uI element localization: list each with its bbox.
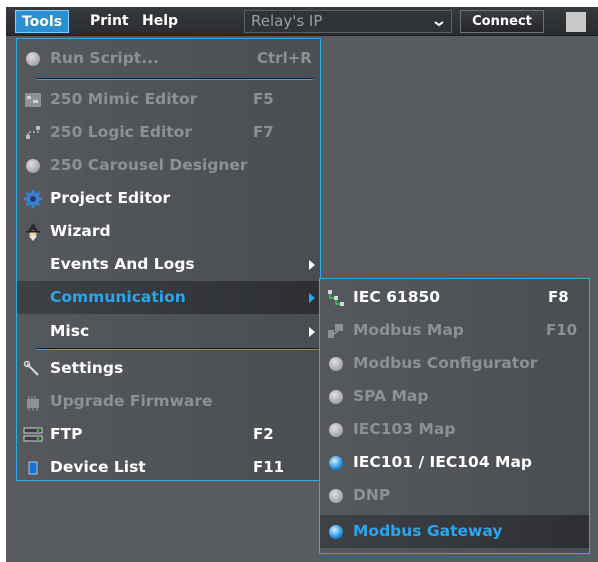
- chevron-down-icon[interactable]: [431, 13, 447, 31]
- menu-item-label: Project Editor: [50, 189, 171, 207]
- menu-item-modbus-gateway[interactable]: Modbus Gateway: [320, 515, 589, 548]
- menu-item-label: Device List: [50, 458, 146, 476]
- menu-item-label: Communication: [50, 288, 186, 306]
- status-indicator: [566, 12, 586, 32]
- relay-ip-value: Relay's IP: [251, 12, 323, 30]
- network-icon: [328, 290, 344, 306]
- menu-item-iec103-map[interactable]: IEC103 Map: [320, 413, 589, 446]
- menu-item-run-script[interactable]: Run Script... Ctrl+R: [17, 42, 320, 75]
- submenu-arrow-icon: [309, 327, 315, 337]
- separator: [37, 348, 319, 350]
- menu-print[interactable]: Print: [90, 10, 129, 33]
- menu-item-label: 250 Logic Editor: [50, 123, 192, 141]
- menu-item-communication[interactable]: Communication: [17, 281, 320, 314]
- menu-item-iec61850[interactable]: IEC 61850 F8: [320, 281, 589, 314]
- menu-item-label: IEC103 Map: [353, 420, 456, 438]
- menu-item-label: FTP: [50, 425, 83, 443]
- shortcut-label: Ctrl+R: [257, 49, 312, 67]
- wizard-icon: [26, 223, 40, 241]
- menu-item-device-list[interactable]: Device List F11: [17, 451, 320, 484]
- menu-item-label: DNP: [353, 486, 391, 504]
- menu-item-project-editor[interactable]: Project Editor: [17, 182, 320, 215]
- sphere-icon: [23, 49, 43, 69]
- relay-ip-combobox[interactable]: Relay's IP: [244, 10, 452, 33]
- sphere-icon: [326, 420, 346, 440]
- shortcut-label: F10: [546, 321, 578, 339]
- shortcut-label: F8: [548, 288, 569, 306]
- separator: [37, 78, 313, 80]
- menu-item-label: IEC101 / IEC104 Map: [353, 453, 532, 471]
- wrench-icon: [23, 360, 39, 376]
- menu-item-modbus-map[interactable]: Modbus Map F10: [320, 314, 589, 347]
- gear-icon: [24, 190, 42, 208]
- sphere-icon: [326, 387, 346, 407]
- logic-icon: [26, 126, 40, 139]
- menubar: Tools Print Help Relay's IP Connect: [6, 7, 598, 36]
- sphere-icon: [326, 354, 346, 374]
- menu-item-dnp[interactable]: DNP: [320, 479, 589, 512]
- shortcut-label: F5: [253, 90, 274, 108]
- menu-item-misc[interactable]: Misc: [17, 315, 320, 348]
- sphere-icon: [23, 156, 43, 176]
- menu-help[interactable]: Help: [142, 10, 178, 33]
- menu-item-label: Modbus Configurator: [353, 354, 538, 372]
- communication-submenu: IEC 61850 F8 Modbus Map F10 Modbus Confi…: [319, 278, 590, 554]
- menu-item-iec101-iec104-map[interactable]: IEC101 / IEC104 Map: [320, 446, 589, 479]
- map-icon: [328, 324, 343, 338]
- tools-menu: Run Script... Ctrl+R 250 Mimic Editor F5…: [16, 38, 321, 481]
- menu-item-label: Upgrade Firmware: [50, 392, 213, 410]
- firmware-icon: [27, 396, 39, 411]
- mimic-icon: [25, 93, 41, 107]
- menu-item-ftp[interactable]: FTP F2: [17, 418, 320, 451]
- menu-item-carousel-designer[interactable]: 250 Carousel Designer: [17, 149, 320, 182]
- menu-item-label: Events And Logs: [50, 255, 195, 273]
- menu-item-label: Modbus Map: [353, 321, 464, 339]
- menu-item-label: 250 Carousel Designer: [50, 156, 248, 174]
- menu-item-label: Modbus Gateway: [353, 522, 503, 540]
- device-icon: [28, 461, 38, 475]
- server-icon: [23, 427, 43, 442]
- menu-item-settings[interactable]: Settings: [17, 352, 320, 385]
- menu-item-mimic-editor[interactable]: 250 Mimic Editor F5: [17, 83, 320, 116]
- menu-item-label: Misc: [50, 322, 90, 340]
- sphere-icon: [326, 486, 346, 506]
- menu-tools[interactable]: Tools: [15, 10, 69, 33]
- submenu-arrow-icon: [309, 260, 315, 270]
- menu-item-spa-map[interactable]: SPA Map: [320, 380, 589, 413]
- menu-item-label: IEC 61850: [353, 288, 441, 306]
- connect-button[interactable]: Connect: [460, 10, 544, 33]
- menu-item-label: Run Script...: [50, 49, 159, 67]
- sphere-icon: [326, 453, 346, 473]
- menu-item-label: Wizard: [50, 222, 111, 240]
- menu-item-modbus-configurator[interactable]: Modbus Configurator: [320, 347, 589, 380]
- menu-item-logic-editor[interactable]: 250 Logic Editor F7: [17, 116, 320, 149]
- menu-item-label: Settings: [50, 359, 124, 377]
- menu-item-events-and-logs[interactable]: Events And Logs: [17, 248, 320, 281]
- menu-item-label: SPA Map: [353, 387, 429, 405]
- menu-item-wizard[interactable]: Wizard: [17, 215, 320, 248]
- menu-item-upgrade-firmware[interactable]: Upgrade Firmware: [17, 385, 320, 418]
- shortcut-label: F7: [253, 123, 274, 141]
- shortcut-label: F2: [253, 425, 274, 443]
- shortcut-label: F11: [253, 458, 285, 476]
- menu-item-label: 250 Mimic Editor: [50, 90, 198, 108]
- app-window: Tools Print Help Relay's IP Connect Run …: [6, 7, 598, 562]
- submenu-arrow-icon: [309, 293, 315, 303]
- sphere-icon: [326, 522, 346, 542]
